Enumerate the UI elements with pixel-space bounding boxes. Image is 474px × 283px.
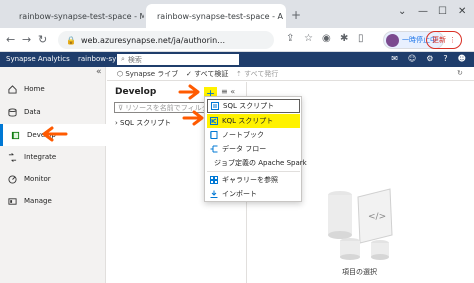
chevron-down-icon[interactable]: ⌄ — [398, 6, 406, 17]
filter-icon: ⊽ — [118, 103, 124, 112]
import-icon — [210, 190, 218, 198]
publish-icon: ⇡ — [236, 70, 245, 78]
sidebar: « Home Data Develop Integrate Monitor Ma… — [0, 67, 106, 283]
more-icon: ⋮ — [449, 36, 456, 44]
menu-item-kql-script[interactable]: KQL スクリプト — [207, 114, 300, 128]
browser-tab-bar: rainbow-synapse-test-space - M × rainbow… — [0, 0, 474, 28]
annotation-arrow-plus — [178, 84, 200, 100]
sql-script-icon — [211, 102, 219, 110]
home-icon — [8, 84, 17, 94]
empty-state-illustration: </> — [328, 188, 393, 260]
develop-icon — [11, 131, 20, 139]
minimize-icon[interactable]: — — [418, 6, 428, 17]
empty-state-label: 項目の選択 — [342, 268, 377, 276]
collapse-sidebar-icon[interactable]: « — [96, 67, 102, 77]
menu-item-browse-gallery[interactable]: ギャラリーを参照 — [207, 173, 300, 187]
extension-b-icon[interactable]: ◉ — [322, 33, 331, 44]
menu-item-sql-script[interactable]: SQL スクリプト — [207, 99, 300, 113]
sidebar-item-data[interactable]: Data — [0, 102, 106, 122]
share-icon[interactable]: ⇪ — [286, 33, 294, 44]
collapse-all-icon[interactable]: ≡ — [221, 87, 228, 96]
publish-all-button[interactable]: ⇡ すべて発行 — [236, 69, 278, 79]
account-icon[interactable]: ☻ — [458, 54, 466, 63]
workspace-toolbar: ⬡ Synapse ライブ ✓ すべて検証 ⇡ すべて発行 ↻ — [107, 67, 474, 81]
synapse-header: Synapse Analytics rainbow-synap ⌕ 検索 ✉ ☺… — [0, 52, 474, 67]
browser-tab-1[interactable]: rainbow-synapse-test-space - M × — [8, 4, 144, 28]
refresh-icon[interactable]: ↻ — [457, 69, 463, 77]
sidebar-item-manage[interactable]: Manage — [0, 191, 106, 211]
search-icon: ⌕ — [121, 55, 125, 63]
address-bar: ← → ↻ 🔒 web.azuresynapse.net/ja/authorin… — [0, 28, 474, 52]
sidebar-item-integrate[interactable]: Integrate — [0, 147, 106, 167]
product-name: Synapse Analytics — [6, 55, 70, 63]
synapse-live-mode[interactable]: ⬡ Synapse ライブ — [117, 69, 178, 79]
validate-icon: ✓ — [186, 70, 195, 78]
gallery-icon — [210, 176, 218, 184]
menu-item-spark-job[interactable]: ジョブ定義の Apache Spark — [207, 156, 307, 170]
new-resource-menu: SQL スクリプト KQL スクリプト ノートブック データ フロー ジョブ定義… — [204, 96, 307, 202]
new-tab-button[interactable]: + — [291, 8, 301, 22]
annotation-arrow-develop — [42, 126, 68, 142]
dataflow-icon — [210, 145, 218, 153]
notifications-icon[interactable]: ✉ — [391, 54, 398, 63]
menu-item-import[interactable]: インポート — [207, 187, 300, 201]
menu-divider — [207, 171, 300, 172]
chevron-right-icon: › — [115, 119, 118, 127]
browser-tab-2[interactable]: rainbow-synapse-test-space - A × — [146, 4, 286, 28]
manage-icon — [8, 197, 17, 205]
avatar — [386, 33, 399, 47]
url-field[interactable]: 🔒 web.azuresynapse.net/ja/authorin… — [58, 31, 274, 49]
menu-item-notebook[interactable]: ノートブック — [207, 128, 300, 142]
notebook-icon — [210, 131, 218, 139]
reload-icon[interactable]: ↻ — [38, 33, 47, 46]
collapse-pane-icon[interactable]: « — [230, 87, 235, 96]
update-button[interactable]: 更新 ⋮ — [426, 31, 462, 49]
back-icon[interactable]: ← — [6, 33, 15, 46]
maximize-icon[interactable]: ☐ — [438, 6, 447, 17]
search-input[interactable]: ⌕ 検索 — [117, 54, 239, 65]
feedback-icon[interactable]: ☺ — [408, 54, 416, 63]
bookmark-icon[interactable]: ☆ — [304, 33, 313, 44]
monitor-icon — [8, 174, 17, 184]
annotation-arrow-kql — [182, 110, 204, 126]
extension-icon[interactable]: ✱ — [340, 33, 348, 44]
sidepanel-icon[interactable]: ▯ — [358, 33, 364, 44]
pane-title: Develop — [115, 87, 157, 97]
forward-icon[interactable]: → — [22, 33, 31, 46]
sidebar-item-monitor[interactable]: Monitor — [0, 169, 106, 189]
svg-text:</>: </> — [368, 212, 386, 222]
help-icon[interactable]: ? — [443, 54, 447, 63]
lock-icon: 🔒 — [66, 35, 76, 45]
sidebar-item-home[interactable]: Home — [0, 79, 106, 99]
integrate-icon — [8, 152, 17, 162]
data-icon — [8, 107, 17, 117]
close-window-icon[interactable]: ✕ — [458, 6, 466, 17]
menu-item-dataflow[interactable]: データ フロー — [207, 142, 300, 156]
validate-all-button[interactable]: ✓ すべて検証 — [186, 69, 228, 79]
kql-script-icon — [210, 117, 218, 125]
tree-item-sql-scripts[interactable]: › SQL スクリプト — [115, 118, 171, 128]
settings-icon[interactable]: ⚙ — [426, 54, 433, 63]
